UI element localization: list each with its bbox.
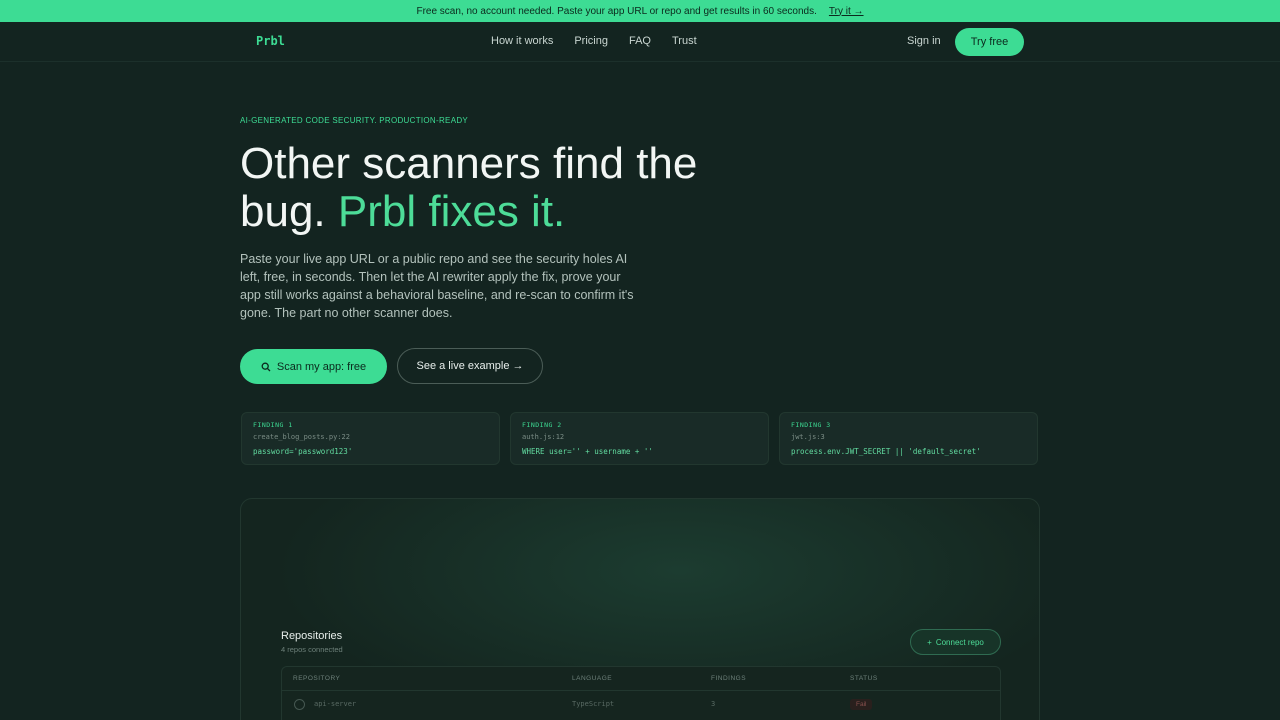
hero-eyebrow: AI-GENERATED CODE SECURITY. PRODUCTION-R… [240,116,469,125]
finding-file: auth.js:12 [522,433,565,441]
table-header: REPOSITORY LANGUAGE FINDINGS STATUS [282,667,1000,691]
announcement-banner: Free scan, no account needed. Paste your… [0,0,1280,22]
finding-card: FINDING 2 auth.js:12 WHERE user='' + use… [510,412,769,465]
repositories-table: REPOSITORY LANGUAGE FINDINGS STATUS api-… [281,666,1001,720]
column-header: STATUS [850,675,878,682]
nav-link-pricing[interactable]: Pricing [574,35,608,47]
connect-repo-label: Connect repo [935,637,984,647]
nav-links: How it works Pricing FAQ Trust [491,35,697,47]
repo-language: TypeScript [572,700,615,708]
plus-icon: + [927,637,932,647]
finding-card: FINDING 3 jwt.js:3 process.env.JWT_SECRE… [779,412,1038,465]
repo-findings: 3 [711,700,716,708]
repositories-title: Repositories [281,630,343,642]
logo[interactable]: Prbl [256,34,285,48]
scan-button-label: Scan my app: free [276,360,367,373]
column-header: LANGUAGE [572,675,613,682]
finding-code: password='password123' [253,447,353,456]
nav-link-faq[interactable]: FAQ [629,35,651,47]
status-badge: Fail [850,699,873,710]
finding-file: jwt.js:3 [791,433,825,441]
finding-label: FINDING 3 [791,421,831,429]
finding-label: FINDING 2 [522,421,562,429]
search-icon [261,362,271,371]
sign-in-link[interactable]: Sign in [907,35,941,47]
see-live-example-button[interactable]: See a live example → [397,348,543,384]
table-row[interactable]: api-server TypeScript 3 Fail [282,691,1000,719]
scan-my-app-button[interactable]: Scan my app: free [240,349,387,384]
finding-file: create_blog_posts.py:22 [253,433,350,441]
top-nav: Prbl How it works Pricing FAQ Trust Sign… [0,22,1280,62]
banner-try-link[interactable]: Try it → [829,6,864,17]
try-free-button[interactable]: Try free [955,28,1024,56]
repo-name: api-server [314,700,357,708]
column-header: FINDINGS [711,675,747,682]
github-icon [294,699,305,710]
repositories-subtitle: 4 repos connected [281,645,343,654]
hero-lede: Paste your live app URL or a public repo… [240,252,634,320]
nav-link-how-it-works[interactable]: How it works [491,35,553,47]
finding-code: process.env.JWT_SECRET || 'default_secre… [791,447,981,456]
finding-card: FINDING 1 create_blog_posts.py:22 passwo… [241,412,500,465]
nav-link-trust[interactable]: Trust [672,35,697,47]
finding-code: WHERE user='' + username + '' [522,447,653,456]
column-header: REPOSITORY [293,675,341,682]
banner-text: Free scan, no account needed. Paste your… [416,5,817,17]
connect-repo-button[interactable]: + Connect repo [910,629,1001,655]
headline-accent: Prbl fixes it. [337,187,566,236]
hero-headline: Other scanners find the bug. Prbl fixes … [240,140,760,236]
finding-label: FINDING 1 [253,421,293,429]
product-preview-panel: Repositories 4 repos connected + Connect… [240,498,1040,720]
